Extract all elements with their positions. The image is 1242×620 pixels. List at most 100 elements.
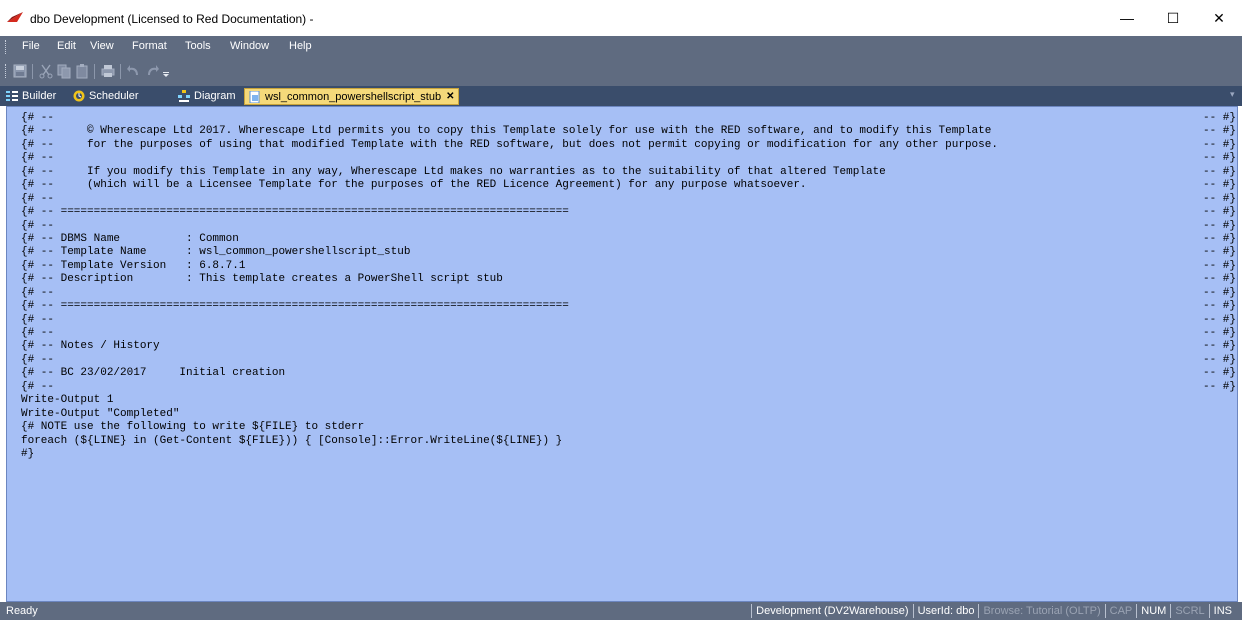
tab-list-dropdown-icon[interactable]: ▾ (1230, 89, 1235, 100)
editor-line: {# -- BC 23/02/2017 Initial creation (21, 367, 286, 380)
editor-line: {# -- (21, 380, 55, 393)
menu-window[interactable]: Window (230, 40, 269, 52)
editor-line: foreach (${LINE} in (Get-Content ${FILE}… (21, 434, 563, 447)
menu-view[interactable]: View (90, 40, 114, 52)
editor-line-close-marker: -- #} (1203, 286, 1237, 299)
editor-line: {# NOTE use the following to write ${FIL… (21, 421, 365, 434)
editor-line-close-marker: -- #} (1203, 152, 1237, 165)
editor-line-close-marker: -- #} (1203, 273, 1237, 286)
editor-line-close-marker: -- #} (1203, 165, 1237, 178)
status-panel: Development (DV2Warehouse) (751, 604, 912, 618)
toolbar-separator (94, 64, 95, 79)
toolbar-separator (120, 64, 121, 79)
document-tab-strip: Builder Scheduler Diagram wsl_common_pow… (0, 86, 1242, 106)
tab-diagram-label: Diagram (194, 90, 236, 102)
toolbar-grip-icon[interactable] (5, 64, 8, 78)
status-panels: Development (DV2Warehouse) UserId: dbo Bro… (751, 603, 1236, 619)
editor-line: Write-Output "Completed" (21, 407, 180, 420)
status-bar: Ready Development (DV2Warehouse) UserId: … (0, 602, 1242, 620)
editor-line: {# -- for the purposes of using that mod… (21, 138, 998, 151)
editor-line: {# -- (21, 327, 55, 339)
menu-grip-icon[interactable] (5, 40, 8, 54)
tab-wsl-common-powershellscript-stub[interactable]: wsl_common_powershellscript_stub ✕ (244, 88, 460, 105)
menu-edit[interactable]: Edit (57, 40, 76, 52)
editor-line: {# -- (21, 219, 55, 232)
minimize-button[interactable]: — (1104, 0, 1150, 36)
editor-line-close-marker: -- #} (1203, 192, 1237, 205)
red-logo-icon (7, 12, 23, 22)
print-icon[interactable] (100, 63, 116, 79)
tab-diagram[interactable]: Diagram (178, 88, 236, 104)
menu-file[interactable]: File (22, 40, 40, 52)
undo-icon[interactable] (126, 63, 142, 79)
editor-line: {# -- (21, 192, 55, 205)
copy-icon[interactable] (56, 63, 72, 79)
tab-builder-label: Builder (22, 90, 57, 102)
editor-line: Write-Output 1 (21, 394, 114, 407)
editor-line-close-marker: -- #} (1203, 125, 1237, 138)
editor-line-close-marker: -- #} (1203, 179, 1237, 192)
diagram-icon (178, 90, 190, 102)
editor-line: {# -- Notes / History (21, 340, 160, 353)
editor-line-close-marker: -- #} (1203, 232, 1237, 245)
editor-line: {# -- ==================================… (21, 300, 569, 313)
editor-line-close-marker: -- #} (1203, 367, 1237, 380)
tab-builder[interactable]: Builder (6, 88, 56, 104)
status-panel: NUM (1136, 604, 1170, 618)
editor-line-close-marker: -- #} (1203, 138, 1237, 151)
window-title: dbo Development (Licensed to Red Documen… (30, 12, 314, 26)
editor-line-close-marker: -- #} (1203, 219, 1237, 232)
status-panel: Browse: Tutorial (OLTP) (978, 604, 1104, 618)
menu-format[interactable]: Format (132, 40, 167, 52)
menu-bar: File Edit View Format Tools Window Help (0, 36, 1242, 58)
editor-line: {# -- (21, 286, 55, 299)
close-button[interactable]: ✕ (1196, 0, 1242, 36)
save-icon[interactable] (12, 63, 28, 79)
toolbar (0, 58, 1242, 86)
editor-line-close-marker: -- #} (1203, 206, 1237, 219)
scheduler-icon (73, 90, 85, 102)
title-bar: dbo Development (Licensed to Red Documen… (0, 0, 1242, 36)
status-panel: SCRL (1170, 604, 1208, 618)
status-ready: Ready (6, 605, 38, 617)
menu-help[interactable]: Help (289, 40, 312, 52)
script-editor[interactable]: {# -- {# -- © Wherescape Ltd 2017. Wheres… (6, 106, 1238, 602)
toolbar-options-icon[interactable] (162, 63, 170, 79)
paste-icon[interactable] (74, 63, 90, 79)
editor-line-close-marker: -- #} (1203, 313, 1237, 326)
editor-line: {# -- ==================================… (21, 206, 569, 219)
cut-icon[interactable] (38, 63, 54, 79)
redo-icon[interactable] (144, 63, 160, 79)
editor-line: {# -- (21, 152, 55, 165)
maximize-button[interactable]: ☐ (1150, 0, 1196, 36)
tab-active-label: wsl_common_powershellscript_stub (265, 90, 442, 103)
editor-line-close-marker: -- #} (1203, 112, 1237, 124)
status-panel: UserId: dbo (912, 604, 979, 618)
tab-close-icon[interactable]: ✕ (446, 91, 454, 102)
editor-line: {# -- © Wherescape Ltd 2017. Wherescape … (21, 125, 992, 138)
tab-scheduler-label: Scheduler (89, 90, 139, 102)
editor-line-close-marker: -- #} (1203, 340, 1237, 353)
editor-line-close-marker: -- #} (1203, 300, 1237, 313)
editor-line: {# -- (which will be a Licensee Template… (21, 179, 807, 192)
builder-icon (6, 91, 18, 101)
status-panel: CAP (1104, 604, 1137, 618)
editor-line: {# -- Description : This template create… (21, 273, 503, 286)
editor-line: {# -- Template Version : 6.8.7.1 (21, 259, 246, 272)
status-panel: INS (1208, 604, 1236, 618)
editor-line: #} (21, 447, 35, 460)
toolbar-separator (32, 64, 33, 79)
editor-comment-close-column: -- #} -- #} -- #} -- #} -- #} -- #} -- #} -- #}… (1203, 112, 1236, 394)
editor-line-close-marker: -- #} (1203, 259, 1237, 272)
editor-text: {# -- {# -- © Wherescape Ltd 2017. Wheres… (21, 112, 998, 461)
tab-scheduler[interactable]: Scheduler (73, 88, 139, 104)
menu-tools[interactable]: Tools (185, 40, 211, 52)
editor-line-close-marker: -- #} (1203, 353, 1237, 366)
editor-line-close-marker: -- #} (1203, 327, 1237, 339)
script-file-icon (249, 90, 260, 103)
editor-line: {# -- (21, 112, 55, 124)
editor-line-close-marker: -- #} (1203, 380, 1237, 393)
editor-line: {# -- DBMS Name : Common (21, 232, 239, 245)
editor-line: {# -- If you modify this Template in any… (21, 165, 886, 178)
editor-line: {# -- Template Name : wsl_common_powersh… (21, 246, 411, 259)
